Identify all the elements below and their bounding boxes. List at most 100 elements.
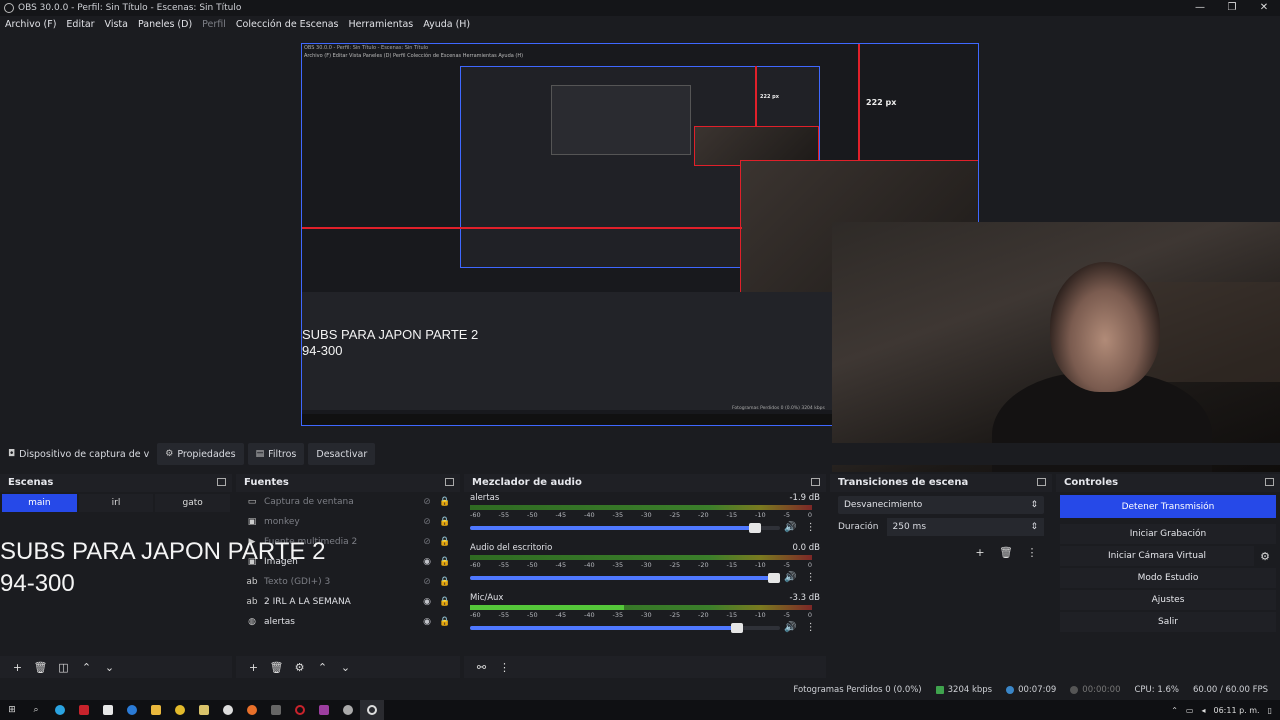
undock-icon[interactable] bbox=[1265, 478, 1274, 486]
trash-icon[interactable]: 🗑 bbox=[265, 661, 288, 674]
lock-icon[interactable]: 🔒 bbox=[436, 577, 454, 587]
maximize-button[interactable]: ❐ bbox=[1216, 0, 1248, 16]
lock-icon[interactable]: 🔒 bbox=[436, 497, 454, 507]
eye-off-icon[interactable]: ⊘ bbox=[418, 517, 436, 527]
menu-docks[interactable]: Paneles (D) bbox=[138, 19, 192, 30]
clock[interactable]: 06:11 p. m. bbox=[1213, 706, 1259, 715]
source-name: monkey bbox=[264, 517, 300, 527]
telegram-icon[interactable] bbox=[48, 700, 72, 720]
scene-irl[interactable]: irl bbox=[78, 494, 154, 512]
exit-button[interactable]: Salir bbox=[1060, 612, 1276, 632]
settings-button[interactable]: Ajustes bbox=[1060, 590, 1276, 610]
gear-icon[interactable]: ⚙ bbox=[1254, 550, 1276, 563]
chrome-icon[interactable] bbox=[168, 700, 192, 720]
menu-tools[interactable]: Herramientas bbox=[349, 19, 414, 30]
add-scene-icon[interactable]: + bbox=[6, 661, 29, 674]
undock-icon[interactable] bbox=[811, 478, 820, 486]
app-yellow-icon[interactable] bbox=[192, 700, 216, 720]
properties-button[interactable]: ⚙ Propiedades bbox=[157, 443, 244, 465]
eye-icon[interactable]: ◉ bbox=[418, 557, 436, 567]
menu-view[interactable]: Vista bbox=[105, 19, 128, 30]
minimize-button[interactable]: — bbox=[1184, 0, 1216, 16]
undock-icon[interactable] bbox=[1037, 478, 1046, 486]
app-red-icon[interactable] bbox=[72, 700, 96, 720]
windows-start-icon[interactable]: ⊞ bbox=[0, 700, 24, 720]
app-dark-icon[interactable] bbox=[264, 700, 288, 720]
trash-icon[interactable]: 🗑 bbox=[29, 661, 52, 674]
undock-icon[interactable] bbox=[445, 478, 454, 486]
search-icon[interactable]: ⌕ bbox=[24, 700, 48, 720]
kebab-icon[interactable]: ⋮ bbox=[1022, 546, 1042, 559]
scene-main[interactable]: main bbox=[2, 494, 77, 512]
lock-icon[interactable]: 🔒 bbox=[436, 617, 454, 627]
duration-spinbox[interactable]: 250 ms ⇕ bbox=[886, 518, 1044, 536]
start-recording-button[interactable]: Iniciar Grabación bbox=[1060, 524, 1276, 544]
lock-icon[interactable]: 🔒 bbox=[436, 557, 454, 567]
notification-icon[interactable]: ▯ bbox=[1268, 706, 1272, 715]
obs-taskbar-icon[interactable] bbox=[360, 700, 384, 720]
folder-icon[interactable] bbox=[144, 700, 168, 720]
chevron-down-icon[interactable]: ⌄ bbox=[334, 661, 357, 674]
source-item[interactable]: ▭ Captura de ventana ⊘ 🔒 bbox=[236, 492, 460, 512]
chevron-up-icon[interactable]: ⌃ bbox=[75, 661, 98, 674]
sources-title: Fuentes bbox=[244, 476, 289, 488]
kebab-icon[interactable]: ⋮ bbox=[806, 522, 816, 533]
eye-off-icon[interactable]: ⊘ bbox=[418, 577, 436, 587]
volume-icon[interactable]: ◂ bbox=[1201, 706, 1205, 715]
menu-profile[interactable]: Perfil bbox=[202, 19, 226, 30]
chevron-up-icon[interactable]: ⌃ bbox=[1171, 706, 1178, 715]
filter-icon[interactable]: ◫ bbox=[52, 661, 75, 674]
eye-icon[interactable]: ◉ bbox=[418, 597, 436, 607]
source-item[interactable]: ◍ alertas ◉ 🔒 bbox=[236, 612, 460, 632]
speaker-icon[interactable]: 🔊 bbox=[784, 522, 796, 533]
close-button[interactable]: ✕ bbox=[1248, 0, 1280, 16]
lock-icon[interactable]: 🔒 bbox=[436, 537, 454, 547]
app-redring-icon[interactable] bbox=[288, 700, 312, 720]
app-white-icon[interactable] bbox=[216, 700, 240, 720]
app-misc-icon[interactable] bbox=[336, 700, 360, 720]
start-virtual-cam-button[interactable]: Iniciar Cámara Virtual bbox=[1060, 546, 1254, 566]
menu-edit[interactable]: Editar bbox=[66, 19, 94, 30]
volume-fader[interactable] bbox=[470, 522, 780, 533]
network-icon[interactable]: ▭ bbox=[1186, 706, 1194, 715]
link-icon[interactable]: ⚯ bbox=[470, 661, 493, 674]
kebab-icon[interactable]: ⋮ bbox=[806, 622, 816, 633]
eye-off-icon[interactable]: ⊘ bbox=[418, 497, 436, 507]
fader-knob[interactable] bbox=[730, 622, 743, 633]
eye-off-icon[interactable]: ⊘ bbox=[418, 537, 436, 547]
scene-gato[interactable]: gato bbox=[155, 494, 231, 512]
chevron-updown-icon: ⇕ bbox=[1030, 500, 1038, 510]
lock-icon[interactable]: 🔒 bbox=[436, 517, 454, 527]
trash-icon[interactable]: 🗑 bbox=[996, 546, 1016, 559]
file-icon[interactable] bbox=[96, 700, 120, 720]
stop-stream-button[interactable]: Detener Transmisión bbox=[1060, 495, 1276, 518]
deactivate-button[interactable]: Desactivar bbox=[308, 443, 376, 465]
studio-mode-button[interactable]: Modo Estudio bbox=[1060, 568, 1276, 588]
chevron-down-icon[interactable]: ⌄ bbox=[98, 661, 121, 674]
speaker-icon[interactable]: 🔊 bbox=[784, 572, 796, 583]
fader-knob[interactable] bbox=[768, 572, 780, 583]
webcam-feed[interactable] bbox=[832, 222, 1280, 472]
source-item[interactable]: ▣ monkey ⊘ 🔒 bbox=[236, 512, 460, 532]
chevron-up-icon[interactable]: ⌃ bbox=[311, 661, 334, 674]
menu-help[interactable]: Ayuda (H) bbox=[423, 19, 470, 30]
transition-select[interactable]: Desvanecimiento ⇕ bbox=[838, 496, 1044, 514]
gear-icon[interactable]: ⚙ bbox=[288, 661, 311, 674]
menu-file[interactable]: Archivo (F) bbox=[5, 19, 56, 30]
speaker-icon[interactable]: 🔊 bbox=[784, 622, 796, 633]
firefox-icon[interactable] bbox=[240, 700, 264, 720]
fader-knob[interactable] bbox=[749, 522, 762, 533]
volume-fader[interactable] bbox=[470, 622, 780, 633]
undock-icon[interactable] bbox=[217, 478, 226, 486]
add-source-icon[interactable]: + bbox=[242, 661, 265, 674]
app-grid-icon[interactable] bbox=[312, 700, 336, 720]
lock-icon[interactable]: 🔒 bbox=[436, 597, 454, 607]
kebab-icon[interactable]: ⋮ bbox=[493, 661, 516, 674]
add-transition-icon[interactable]: + bbox=[970, 546, 990, 559]
volume-fader[interactable] bbox=[470, 572, 780, 583]
menu-scene-collection[interactable]: Colección de Escenas bbox=[236, 19, 339, 30]
filters-button[interactable]: ▤ Filtros bbox=[247, 443, 305, 465]
eye-icon[interactable]: ◉ bbox=[418, 617, 436, 627]
edge-icon[interactable] bbox=[120, 700, 144, 720]
kebab-icon[interactable]: ⋮ bbox=[806, 572, 816, 583]
